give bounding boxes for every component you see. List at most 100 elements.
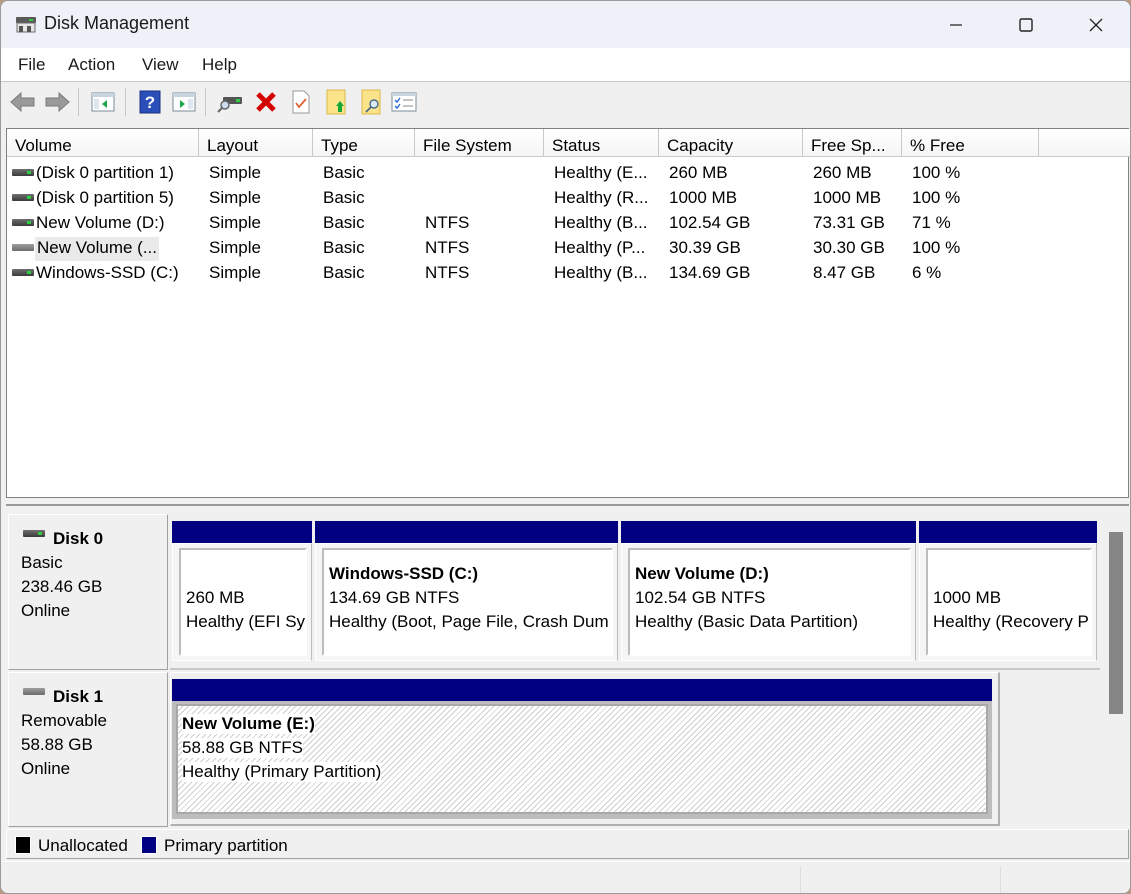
partition-type-bar bbox=[919, 521, 1097, 543]
volume-list-header: Volume Layout Type File System Status Ca… bbox=[7, 129, 1130, 157]
menu-action[interactable]: Action bbox=[68, 55, 115, 75]
legend-label-unallocated: Unallocated bbox=[38, 836, 128, 855]
minimize-button[interactable] bbox=[921, 1, 991, 48]
volume-row[interactable]: (Disk 0 partition 1) Simple Basic Health… bbox=[7, 161, 1128, 186]
folder-search-icon bbox=[361, 89, 381, 115]
cell-free-space: 30.30 GB bbox=[813, 238, 885, 257]
column-header-capacity[interactable]: Capacity bbox=[659, 129, 803, 157]
partition-size: 134.69 GB NTFS bbox=[329, 588, 460, 607]
delete-x-icon bbox=[256, 92, 276, 112]
checklist-icon bbox=[391, 92, 417, 112]
cell-capacity: 134.69 GB bbox=[669, 263, 751, 282]
removable-drive-icon bbox=[23, 688, 45, 695]
help-button[interactable]: ? bbox=[137, 89, 163, 115]
cell-percent-free: 6 % bbox=[912, 263, 942, 282]
menu-help[interactable]: Help bbox=[202, 55, 237, 75]
cell-percent-free: 100 % bbox=[912, 163, 961, 182]
action-pane-icon bbox=[172, 92, 196, 112]
legend-label-primary-partition: Primary partition bbox=[164, 836, 288, 855]
cell-type: Basic bbox=[323, 188, 365, 207]
column-header-volume[interactable]: Volume bbox=[7, 129, 199, 157]
column-header-percent-free[interactable]: % Free bbox=[902, 129, 1039, 157]
disk-size: 238.46 GB bbox=[21, 577, 103, 596]
cell-status: Healthy (B... bbox=[554, 213, 648, 232]
show-hide-action-pane-button[interactable] bbox=[171, 89, 197, 115]
cell-capacity: 30.39 GB bbox=[669, 238, 741, 257]
partition-type-bar bbox=[315, 521, 618, 543]
pane-splitter[interactable] bbox=[6, 498, 1129, 506]
cell-file-system: NTFS bbox=[425, 213, 470, 232]
cell-layout: Simple bbox=[209, 188, 261, 207]
partition-efi[interactable]: 260 MB Healthy (EFI Sys bbox=[172, 521, 312, 661]
column-header-type[interactable]: Type bbox=[313, 129, 415, 157]
partition-size: 1000 MB bbox=[933, 588, 1002, 607]
toolbar-separator bbox=[125, 88, 126, 116]
cell-status: Healthy (E... bbox=[554, 163, 648, 182]
disk-state: Online bbox=[21, 601, 71, 620]
minimize-icon bbox=[950, 23, 962, 26]
toolbar-separator bbox=[205, 88, 206, 116]
volume-row[interactable]: New Volume (D:) Simple Basic NTFS Health… bbox=[7, 211, 1128, 236]
checklist-button[interactable] bbox=[391, 89, 417, 115]
menu-view[interactable]: View bbox=[142, 55, 179, 75]
disk-1-label[interactable]: Disk 1 Removable 58.88 GB Online bbox=[8, 672, 168, 827]
status-bar-divider bbox=[1000, 866, 1001, 893]
menu-file[interactable]: File bbox=[18, 55, 45, 75]
partition-title: New Volume (E:) bbox=[182, 714, 315, 734]
cell-type: Basic bbox=[323, 263, 365, 282]
graphical-view-scrollbar[interactable] bbox=[1102, 508, 1128, 828]
drive-magnify-icon bbox=[217, 97, 242, 113]
toolbar: ? bbox=[1, 83, 1130, 121]
cell-volume: (Disk 0 partition 5) bbox=[36, 188, 174, 207]
column-header-file-system[interactable]: File System bbox=[415, 129, 544, 157]
partition-type-bar bbox=[172, 521, 312, 543]
volume-row[interactable]: New Volume (... Simple Basic NTFS Health… bbox=[7, 236, 1128, 261]
show-hide-console-tree-button[interactable] bbox=[90, 89, 116, 115]
cell-capacity: 260 MB bbox=[669, 163, 728, 182]
partition-title: New Volume (D:) bbox=[635, 564, 769, 583]
title-bar: Disk Management bbox=[1, 1, 1130, 48]
cell-volume: (Disk 0 partition 1) bbox=[36, 163, 174, 182]
disk-1-partitions: New Volume (E:) 58.88 GB NTFS Healthy (P… bbox=[170, 672, 1000, 826]
explore-button[interactable] bbox=[358, 89, 384, 115]
delete-button[interactable] bbox=[253, 89, 279, 115]
column-header-empty bbox=[1039, 129, 1130, 157]
removable-drive-icon bbox=[12, 244, 34, 251]
volume-row[interactable]: Windows-SSD (C:) Simple Basic NTFS Healt… bbox=[7, 261, 1128, 286]
drive-icon bbox=[23, 530, 45, 537]
cell-volume: New Volume (... bbox=[35, 237, 159, 261]
forward-button[interactable] bbox=[44, 89, 70, 115]
close-button[interactable] bbox=[1061, 1, 1130, 48]
maximize-button[interactable] bbox=[991, 1, 1061, 48]
volume-row[interactable]: (Disk 0 partition 5) Simple Basic Health… bbox=[7, 186, 1128, 211]
column-header-status[interactable]: Status bbox=[544, 129, 659, 157]
cell-percent-free: 100 % bbox=[912, 238, 961, 257]
partition-windows-ssd-c[interactable]: Windows-SSD (C:) 134.69 GB NTFS Healthy … bbox=[315, 521, 618, 661]
column-header-layout[interactable]: Layout bbox=[199, 129, 313, 157]
connect-virtual-disk-button[interactable] bbox=[217, 89, 243, 115]
partition-title: Windows-SSD (C:) bbox=[329, 564, 479, 583]
disk-size: 58.88 GB bbox=[21, 735, 93, 754]
partition-new-volume-d[interactable]: New Volume (D:) 102.54 GB NTFS Healthy (… bbox=[621, 521, 916, 661]
disk-name: Disk 0 bbox=[53, 529, 104, 548]
column-header-free-space[interactable]: Free Sp... bbox=[803, 129, 902, 157]
properties-button[interactable] bbox=[288, 89, 314, 115]
cell-free-space: 8.47 GB bbox=[813, 263, 876, 282]
back-button[interactable] bbox=[10, 89, 36, 115]
cell-free-space: 1000 MB bbox=[813, 188, 882, 207]
partition-recovery[interactable]: 1000 MB Healthy (Recovery P bbox=[919, 521, 1097, 661]
partition-new-volume-e[interactable]: New Volume (E:) 58.88 GB NTFS Healthy (P… bbox=[172, 679, 992, 819]
disk-type: Basic bbox=[21, 553, 63, 572]
open-button[interactable] bbox=[323, 89, 349, 115]
cell-type: Basic bbox=[323, 238, 365, 257]
cell-layout: Simple bbox=[209, 263, 261, 282]
scrollbar-thumb[interactable] bbox=[1109, 532, 1123, 714]
cell-status: Healthy (B... bbox=[554, 263, 648, 282]
cell-capacity: 1000 MB bbox=[669, 188, 738, 207]
partition-status: Healthy (Boot, Page File, Crash Dum bbox=[329, 612, 609, 631]
drive-icon bbox=[12, 219, 34, 226]
help-icon: ? bbox=[139, 90, 161, 114]
toolbar-separator bbox=[78, 88, 79, 116]
disk-0-label[interactable]: Disk 0 Basic 238.46 GB Online bbox=[8, 514, 168, 670]
partition-status: Healthy (EFI Sys bbox=[186, 612, 307, 631]
